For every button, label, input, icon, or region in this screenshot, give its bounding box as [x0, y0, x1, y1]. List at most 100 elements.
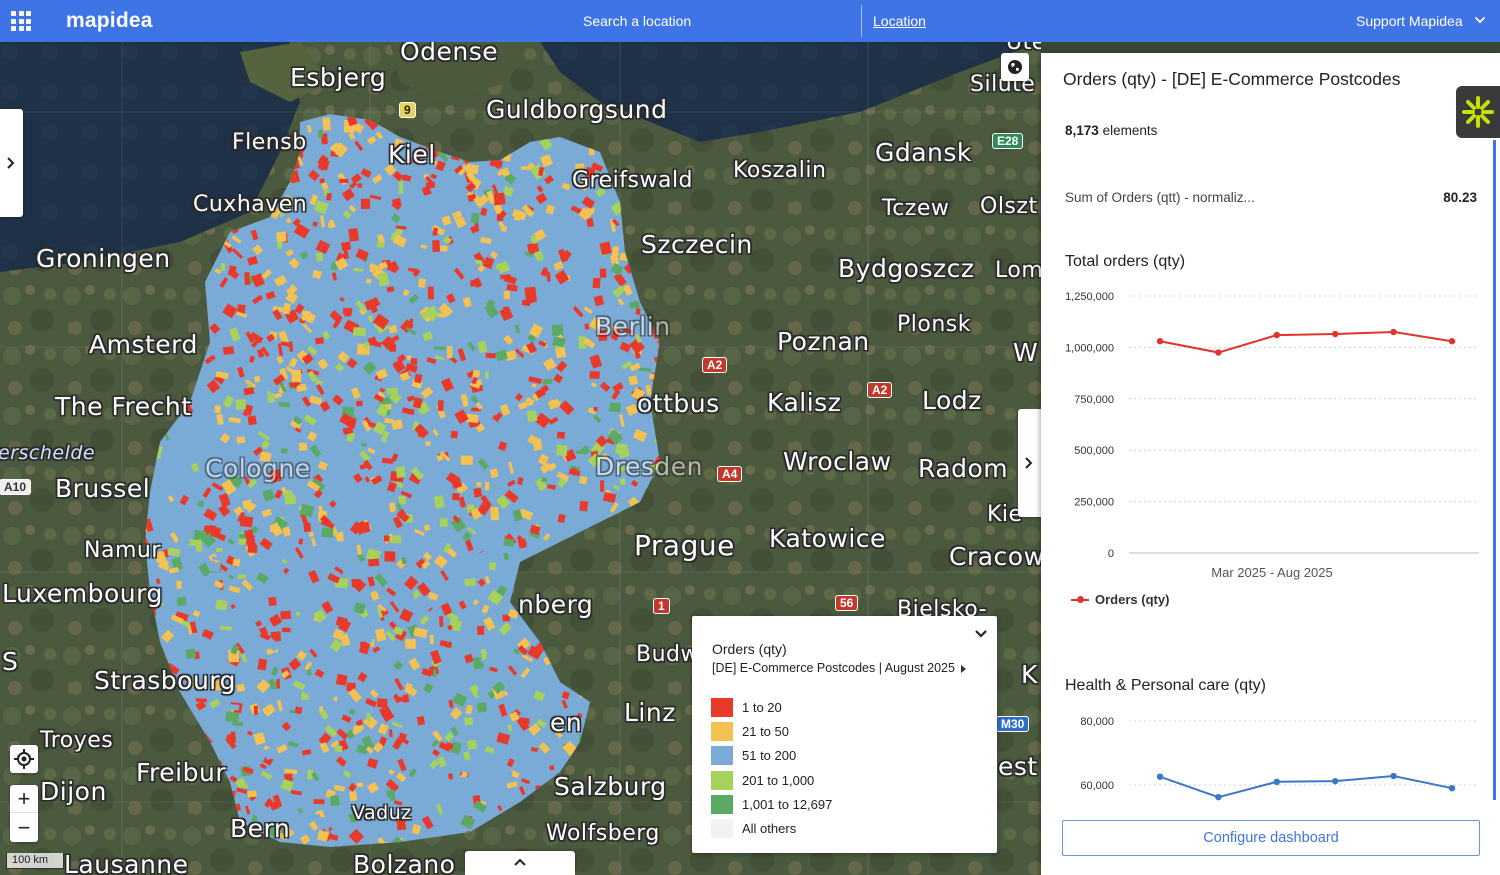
road-shield: A2	[867, 382, 893, 398]
health-personal-care-chart[interactable]: 60,000 80,000	[1041, 707, 1500, 817]
map-label-freiburg: Freibur	[136, 758, 227, 787]
map-label-amsterdam: Amsterd	[89, 330, 198, 359]
road-shield: 1	[653, 598, 670, 614]
map-label-cracow: Cracow	[949, 542, 1041, 571]
y-tick-label: 750,000	[1074, 394, 1114, 406]
chart-title: Total orders (qty)	[1065, 253, 1186, 270]
data-point[interactable]	[1156, 773, 1164, 780]
search-location-button[interactable]: Search a location	[583, 13, 691, 29]
locate-me-button[interactable]	[10, 745, 38, 773]
left-panel-toggle[interactable]	[0, 109, 23, 217]
y-tick-label: 500,000	[1074, 445, 1114, 457]
zoom-controls: + −	[10, 785, 38, 842]
road-shield: 9	[399, 102, 416, 118]
chart-legend[interactable]: Orders (qty)	[1071, 592, 1169, 607]
basemap-globe-button[interactable]	[1001, 53, 1029, 81]
legend-swatch	[711, 770, 733, 790]
metric-label: Sum of Orders (qtt) - normaliz...	[1065, 190, 1255, 205]
map-label-lomza: Lom	[995, 258, 1041, 283]
data-point[interactable]	[1390, 328, 1397, 336]
apps-grid-icon[interactable]	[11, 11, 31, 31]
data-point[interactable]	[1215, 349, 1222, 356]
globe-icon	[1008, 60, 1022, 74]
road-shield: A10	[0, 479, 32, 495]
map-label-cottbus: ottbus	[637, 389, 720, 418]
map-label-strasbourg: Strasbourg	[94, 666, 237, 695]
chevron-right-icon	[1025, 457, 1033, 469]
map-legend: Orders (qty) [DE] E-Commerce Postcodes |…	[692, 616, 997, 853]
support-menu[interactable]: Support Mapidea	[1356, 13, 1463, 29]
map-label-troyes: Troyes	[40, 728, 114, 753]
top-divider	[861, 5, 862, 37]
chevron-down-icon[interactable]	[1474, 14, 1486, 26]
data-point[interactable]	[1332, 330, 1339, 338]
road-shield: 56	[835, 595, 859, 611]
chevron-down-icon[interactable]	[974, 628, 988, 640]
map-label-brussels: Brussel	[55, 474, 151, 503]
data-point[interactable]	[1215, 793, 1222, 801]
configure-dashboard-button[interactable]: Configure dashboard	[1062, 820, 1480, 856]
map-label-plonsk: Plonsk	[897, 312, 971, 337]
data-point[interactable]	[1156, 338, 1164, 345]
map-label-k: K	[1021, 660, 1038, 689]
chart-x-label: Mar 2025 - Aug 2025	[1211, 565, 1333, 580]
map-label-prague: Prague	[634, 529, 735, 562]
map-label-nuremberg: nberg	[518, 590, 594, 619]
road-shield: M30	[996, 716, 1030, 732]
map-label-esbjerg: Esbjerg	[290, 63, 387, 92]
data-point[interactable]	[1273, 778, 1280, 785]
data-point[interactable]	[1273, 331, 1280, 339]
legend-dataset: [DE] E-Commerce Postcodes	[712, 661, 876, 675]
legend-label: 1 to 20	[742, 700, 782, 715]
app-logo[interactable]: mapidea	[66, 9, 153, 33]
map-label-vaduz: Vaduz	[352, 802, 412, 824]
map-label-warsaw: W	[1013, 338, 1039, 367]
map-label-olsztyn: Olszt	[980, 194, 1038, 219]
road-shield: A2	[702, 357, 728, 373]
data-point[interactable]	[1448, 785, 1456, 792]
data-point[interactable]	[1390, 772, 1397, 780]
legend-swatch	[711, 794, 733, 814]
caret-right-icon	[960, 664, 966, 673]
map-label-munchen: en	[550, 708, 583, 737]
crosshair-icon	[14, 749, 34, 769]
series-line	[1159, 775, 1453, 799]
map-label-poznan: Poznan	[777, 327, 870, 356]
map-label-lausanne: Lausanne	[64, 850, 189, 875]
map-label-cuxhaven: Cuxhaven	[193, 192, 308, 217]
right-panel-toggle[interactable]	[1018, 409, 1041, 517]
map-label-kalisz: Kalisz	[767, 388, 842, 417]
map-canvas[interactable]: Odense Esbjerg Guldborgsund Flensb Kiel …	[0, 42, 1041, 875]
brand-badge[interactable]	[1456, 86, 1500, 138]
data-point[interactable]	[1448, 338, 1456, 345]
legend-swatch	[711, 746, 733, 766]
legend-period: August 2025	[884, 661, 955, 675]
y-tick-label: 250,000	[1074, 497, 1114, 509]
y-tick-label: 1,000,000	[1065, 342, 1114, 354]
sparkle-logo-icon	[1462, 96, 1494, 128]
zoom-out-button[interactable]: −	[10, 814, 38, 842]
map-label-kiel: Kiel	[388, 140, 436, 169]
data-point[interactable]	[1332, 777, 1339, 785]
map-label-groningen: Groningen	[36, 244, 171, 273]
map-label-odense: Odense	[400, 42, 499, 66]
map-label-gdansk: Gdansk	[875, 138, 972, 167]
zoom-in-button[interactable]: +	[10, 785, 38, 813]
map-label-wolfsberg: Wolfsberg	[546, 821, 660, 846]
bottom-panel-toggle[interactable]	[465, 851, 575, 875]
map-label-szczecin: Szczecin	[641, 230, 753, 259]
line-marker-icon	[1071, 596, 1089, 603]
scale-bar: 100 km	[6, 853, 64, 869]
map-label-luxembourg: Luxembourg	[2, 579, 163, 608]
total-orders-chart[interactable]: 0 250,000 500,000 750,000 1,000,000 1,250,000	[1041, 281, 1500, 561]
legend-label: 1,001 to 12,697	[742, 796, 833, 812]
road-shield: A4	[717, 466, 743, 482]
map-label-lodz: Lodz	[922, 386, 982, 415]
legend-dataset-selector[interactable]: [DE] E-Commerce Postcodes | August 2025	[712, 661, 966, 675]
map-label-bydgoszcz: Bydgoszcz	[838, 254, 975, 283]
legend-label: 21 to 50	[742, 724, 789, 740]
map-label-cologne: Cologne	[205, 454, 311, 483]
location-link[interactable]: Location	[873, 13, 926, 29]
map-label-berlin: Berlin	[595, 312, 671, 341]
map-label-wroclaw: Wroclaw	[783, 447, 892, 476]
